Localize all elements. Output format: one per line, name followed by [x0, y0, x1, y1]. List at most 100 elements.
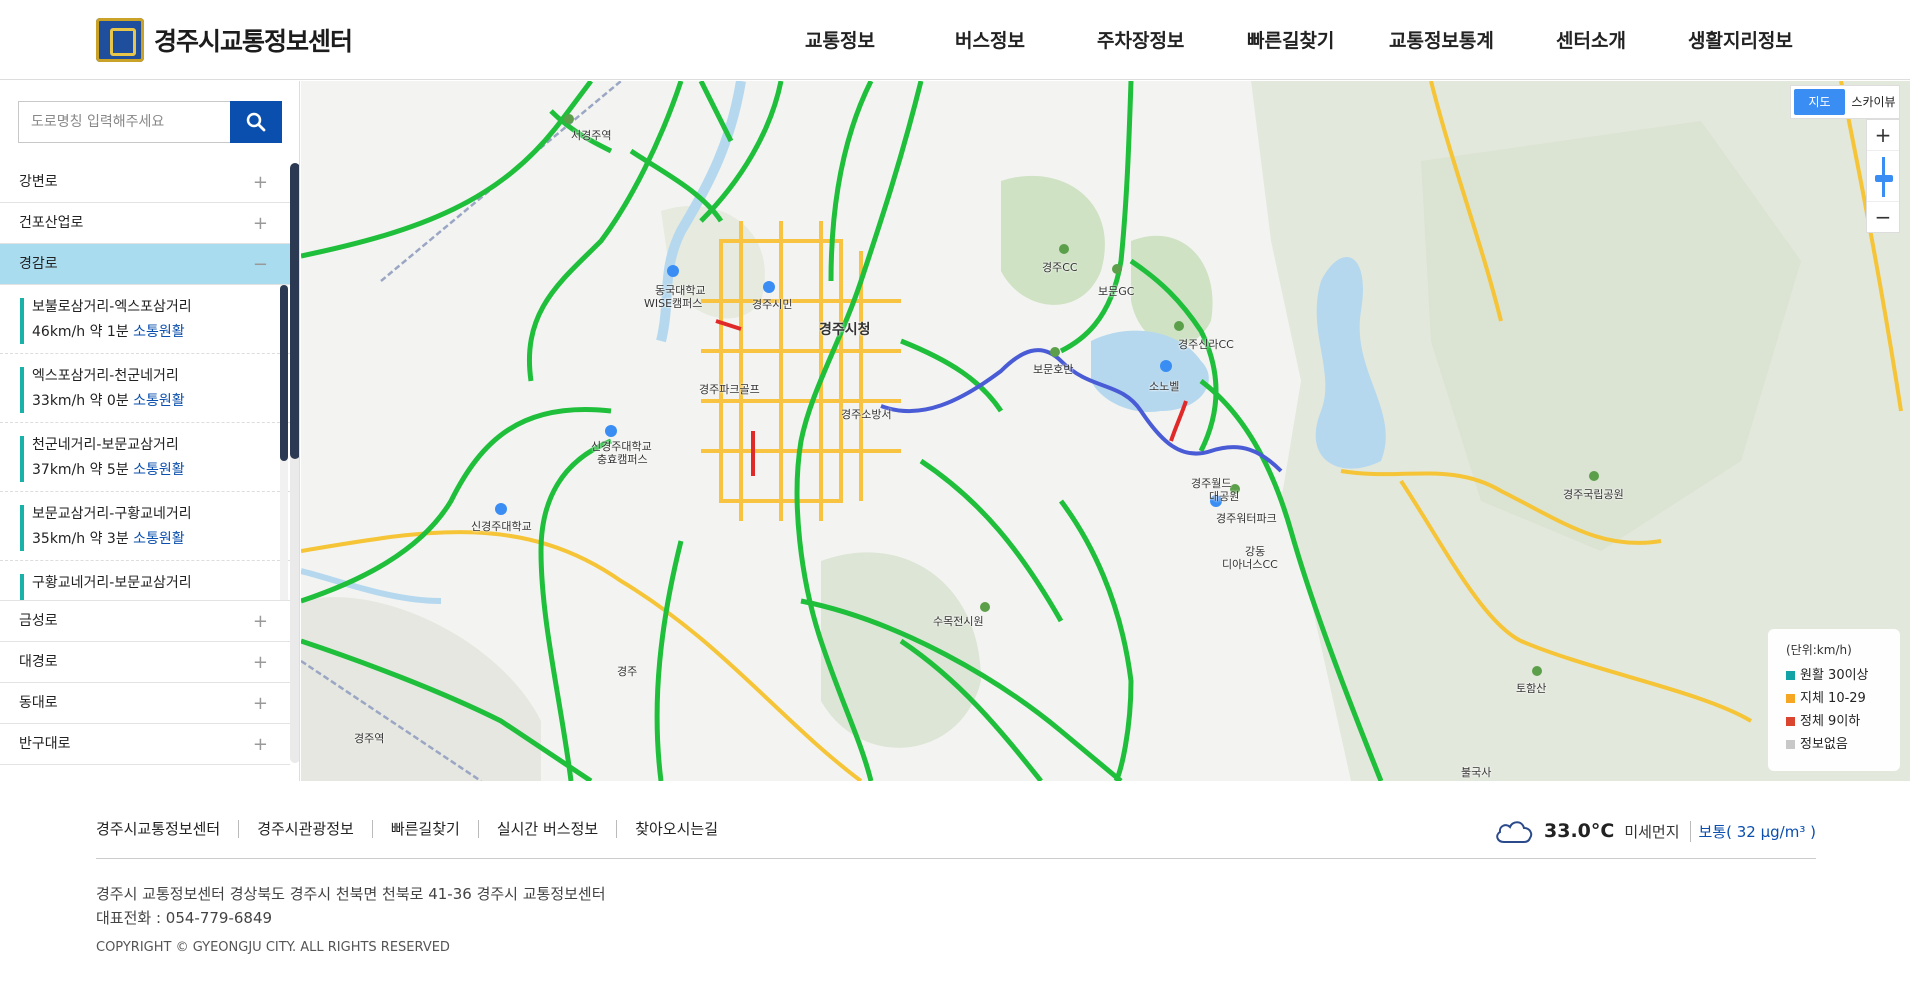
map-place-label: 불국사	[1461, 766, 1492, 779]
road-list: 강변로 + 건포산업로 + 경감로 − 보불로삼거리-엑스포삼거리 46km/h…	[0, 162, 290, 765]
nav-center-intro[interactable]: 센터소개	[1556, 26, 1626, 53]
segment-name: 천군네거리-보문교삼거리	[32, 437, 179, 453]
road-name: 강변로	[19, 174, 58, 190]
footer-links: 경주시교통정보센터 경주시관광정보 빠른길찾기 실시간 버스정보 찾아오시는길	[96, 820, 736, 838]
map-place-label: 경주역	[354, 732, 385, 745]
search-button[interactable]	[230, 101, 282, 143]
map-place-label: WISE캠퍼스	[644, 297, 703, 310]
road-item[interactable]: 건포산업로 +	[0, 203, 290, 244]
segment-list: 보불로삼거리-엑스포삼거리 46km/h 약 1분 소통원활 엑스포삼거리-천군…	[0, 285, 290, 601]
footer-phone: 대표전화 : 054-779-6849	[96, 909, 273, 927]
zoom-slider[interactable]	[1867, 150, 1899, 202]
road-sidebar: 강변로 + 건포산업로 + 경감로 − 보불로삼거리-엑스포삼거리 46km/h…	[0, 81, 300, 781]
footer-link-center[interactable]: 경주시교통정보센터	[96, 820, 238, 838]
segment-item[interactable]: 보문교삼거리-구황교네거리 35km/h 약 3분 소통원활	[0, 492, 290, 561]
segment-name: 구황교네거리-보문교삼거리	[32, 575, 192, 591]
cloud-icon	[1496, 821, 1533, 843]
legend-item-congested: 정체 9이하	[1786, 710, 1882, 733]
segment-name: 보문교삼거리-구황교네거리	[32, 506, 192, 522]
nav-bus-info[interactable]: 버스정보	[955, 26, 1025, 53]
legend-swatch	[1786, 740, 1795, 749]
fine-dust-value: 보통( 32 μg/m³ )	[1689, 820, 1816, 842]
segment-status: 소통원활	[133, 393, 185, 409]
expand-icon[interactable]: +	[253, 203, 268, 244]
expand-icon[interactable]: +	[253, 683, 268, 724]
map-place-label: 보문GC	[1098, 285, 1135, 298]
road-item[interactable]: 대경로 +	[0, 642, 290, 683]
legend-item-delay: 지체 10-29	[1786, 687, 1882, 710]
road-search	[18, 101, 282, 143]
segment-status: 소통원활	[133, 531, 185, 547]
road-item[interactable]: 강변로 +	[0, 162, 290, 203]
nav-fast-route[interactable]: 빠른길찾기	[1247, 26, 1334, 53]
map-place-label: 서경주역	[571, 129, 612, 142]
map-place-label: 디아너스CC	[1222, 558, 1278, 571]
temperature: 33.0°C	[1544, 820, 1615, 842]
segment-item[interactable]: 구황교네거리-보문교삼거리	[0, 561, 290, 600]
weather-widget: 33.0°C 미세먼지 보통( 32 μg/m³ )	[1494, 818, 1816, 844]
map-type-skyview-button[interactable]: 스카이뷰	[1848, 86, 1899, 118]
segment-item[interactable]: 천군네거리-보문교삼거리 37km/h 약 5분 소통원활	[0, 423, 290, 492]
road-name: 대경로	[19, 654, 58, 670]
search-icon	[246, 112, 266, 132]
legend-item-smooth: 원활 30이상	[1786, 664, 1882, 687]
map-place-label: 경주파크골프	[699, 383, 760, 396]
expand-icon[interactable]: +	[253, 162, 268, 203]
traffic-map[interactable]: 서경주역 동국대학교 WISE캠퍼스 경주시민 경주시청 경주파크골프 경주소방서 신경주대학…	[301, 81, 1910, 781]
map-type-toggle: 지도 스카이뷰	[1790, 85, 1900, 119]
segment-status: 소통원활	[133, 462, 185, 478]
map-place-label: 경주국립공원	[1563, 488, 1624, 501]
footer-divider	[96, 858, 1816, 859]
zoom-out-button[interactable]: −	[1867, 202, 1899, 232]
footer-link-fast-route[interactable]: 빠른길찾기	[371, 820, 478, 838]
road-item-active[interactable]: 경감로 −	[0, 244, 290, 285]
map-place-label: 경주시민	[752, 298, 793, 311]
map-place-label: 토함산	[1516, 682, 1547, 695]
road-item[interactable]: 반구대로 +	[0, 724, 290, 765]
footer-address-block: 경주시 교통정보센터 경상북도 경주시 천북면 천북로 41-36 경주시 교통…	[96, 882, 606, 930]
site-header: 경주시교통정보센터 교통정보 버스정보 주차장정보 빠른길찾기 교통정보통계 센…	[0, 0, 1910, 80]
segment-item[interactable]: 보불로삼거리-엑스포삼거리 46km/h 약 1분 소통원활	[0, 285, 290, 354]
map-place-label: 경주소방서	[841, 408, 892, 421]
footer-link-directions[interactable]: 찾아오시는길	[616, 820, 736, 838]
segment-speed-time: 46km/h 약 1분	[32, 324, 129, 340]
main-nav: 교통정보 버스정보 주차장정보 빠른길찾기 교통정보통계 센터소개 생활지리정보	[0, 26, 1910, 56]
zoom-in-button[interactable]: +	[1867, 120, 1899, 150]
segment-scrollbar-thumb[interactable]	[280, 285, 288, 461]
traffic-legend: (단위:km/h) 원활 30이상 지체 10-29 정체 9이하 정보없음	[1768, 629, 1900, 771]
map-canvas[interactable]	[301, 81, 1910, 781]
expand-icon[interactable]: +	[253, 642, 268, 683]
road-name: 경감로	[19, 256, 58, 272]
expand-icon[interactable]: +	[253, 601, 268, 642]
nav-parking-info[interactable]: 주차장정보	[1097, 26, 1184, 53]
map-place-label: 보문호반	[1033, 363, 1074, 376]
road-item[interactable]: 동대로 +	[0, 683, 290, 724]
map-place-label: 경주신라CC	[1178, 338, 1234, 351]
legend-item-no-info: 정보없음	[1786, 733, 1882, 756]
map-place-label: 소노벨	[1149, 380, 1180, 393]
nav-traffic-stats[interactable]: 교통정보통계	[1389, 26, 1494, 53]
road-item[interactable]: 금성로 +	[0, 601, 290, 642]
map-place-label: 경주시청	[819, 322, 871, 338]
segment-item[interactable]: 엑스포삼거리-천군네거리 33km/h 약 0분 소통원활	[0, 354, 290, 423]
footer-link-bus[interactable]: 실시간 버스정보	[477, 820, 616, 838]
expand-icon[interactable]: +	[253, 724, 268, 765]
map-type-map-button[interactable]: 지도	[1794, 89, 1845, 115]
road-search-input[interactable]	[18, 101, 230, 143]
map-place-label: 충효캠퍼스	[597, 453, 648, 466]
collapse-icon[interactable]: −	[253, 244, 268, 285]
map-place-label: 경주워터파크	[1216, 512, 1277, 525]
map-place-label: 경주	[617, 665, 638, 678]
map-place-label: 신경주대학교	[471, 520, 532, 533]
footer-link-tourism[interactable]: 경주시관광정보	[238, 820, 372, 838]
road-name: 건포산업로	[19, 215, 84, 231]
segment-speed-time: 37km/h 약 5분	[32, 462, 129, 478]
road-name: 금성로	[19, 613, 58, 629]
sidebar-scrollbar-thumb[interactable]	[290, 163, 299, 459]
nav-traffic-info[interactable]: 교통정보	[805, 26, 875, 53]
map-place-label: 경주CC	[1042, 261, 1078, 274]
segment-name: 보불로삼거리-엑스포삼거리	[32, 299, 192, 315]
zoom-slider-handle[interactable]	[1875, 175, 1893, 182]
footer-address: 경주시 교통정보센터 경상북도 경주시 천북면 천북로 41-36 경주시 교통…	[96, 885, 606, 903]
nav-geo-info[interactable]: 생활지리정보	[1688, 26, 1793, 53]
